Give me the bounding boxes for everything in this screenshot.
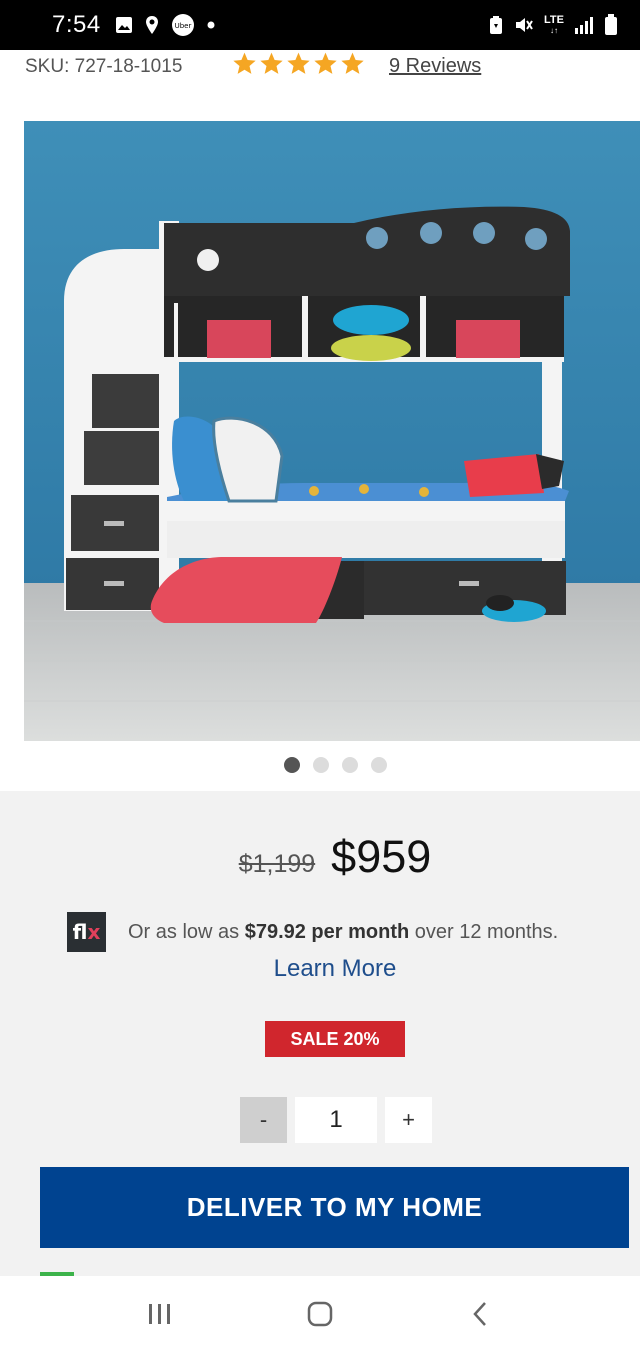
- quantity-increase-button[interactable]: +: [385, 1097, 432, 1143]
- rating-stars: [232, 51, 365, 76]
- location-icon: [145, 15, 159, 35]
- svg-text:Uber: Uber: [174, 22, 191, 30]
- sku-label: SKU: 727-18-1015: [25, 56, 183, 77]
- carousel-dot-2[interactable]: [312, 757, 329, 773]
- home-icon[interactable]: [290, 1289, 350, 1339]
- sale-badge: SALE 20%: [265, 1021, 405, 1057]
- quantity-stepper: - +: [240, 1097, 432, 1143]
- back-icon[interactable]: [450, 1289, 510, 1339]
- buy-panel: $1,199 $959 fl x Or as low as $79.92 per …: [0, 791, 640, 1276]
- star-icon: [260, 52, 283, 74]
- quantity-decrease-button[interactable]: -: [240, 1097, 287, 1143]
- reviews-link[interactable]: 9 Reviews: [389, 55, 481, 78]
- financing-text: Or as low as $79.92 per month over 12 mo…: [128, 920, 559, 943]
- star-icon: [233, 52, 256, 74]
- deliver-to-home-button[interactable]: DELIVER TO MY HOME: [40, 1167, 629, 1248]
- battery-icon: [604, 14, 618, 36]
- flx-logo: fl x: [67, 912, 106, 952]
- status-time: 7:54: [52, 11, 101, 38]
- signal-icon: [574, 16, 594, 34]
- dot-icon: [207, 21, 215, 29]
- old-price: $1,199: [238, 850, 316, 878]
- product-image[interactable]: [24, 121, 640, 741]
- star-icon: [314, 52, 337, 74]
- battery-saver-icon: [488, 15, 504, 35]
- image-icon: [115, 16, 133, 34]
- carousel-dot-3[interactable]: [341, 757, 358, 773]
- financing-amount: $79.92 per month: [244, 920, 410, 943]
- carousel-dot-4[interactable]: [370, 757, 387, 773]
- price-row: $1,199 $959: [0, 831, 640, 883]
- learn-more-link[interactable]: Learn More: [0, 955, 640, 983]
- star-icon: [287, 52, 310, 74]
- recent-apps-icon[interactable]: [130, 1289, 190, 1339]
- system-nav-bar: [0, 1276, 640, 1351]
- carousel-dot-1[interactable]: [283, 757, 300, 773]
- financing-row: fl x Or as low as $79.92 per month over 1…: [67, 912, 558, 952]
- status-bar: 7:54 Uber LTE ↓↑: [0, 0, 640, 50]
- lte-icon: LTE ↓↑: [544, 13, 564, 35]
- current-price: $959: [331, 831, 432, 882]
- mute-icon: [514, 15, 534, 35]
- carousel-dots: [0, 757, 640, 773]
- star-icon: [341, 52, 364, 74]
- uber-icon: Uber: [171, 13, 195, 37]
- quantity-input[interactable]: [295, 1097, 377, 1143]
